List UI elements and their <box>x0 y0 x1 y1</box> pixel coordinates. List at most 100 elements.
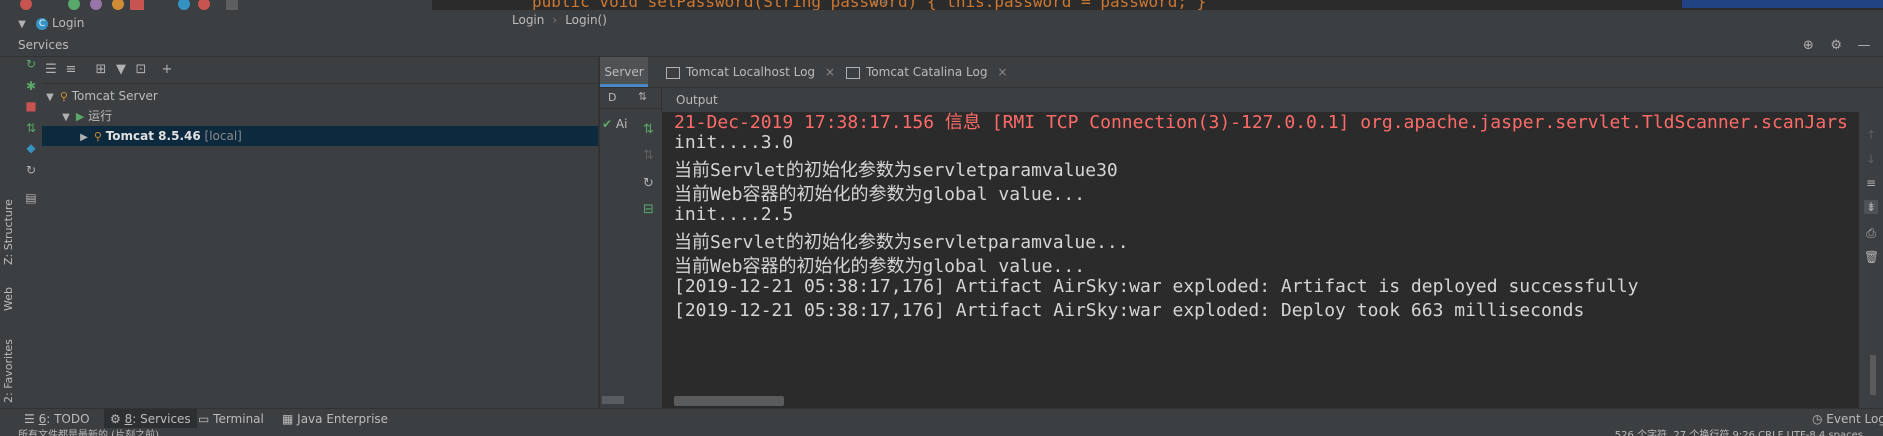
deployment-item-label: Ai <box>615 117 628 131</box>
close-icon[interactable]: × <box>825 65 835 79</box>
info-icon[interactable] <box>178 0 190 10</box>
editor-area[interactable]: 24 public void setPassword(String passwo… <box>432 0 1883 10</box>
status-info[interactable]: 526 个字符, 27 个换行符 9:26 CRLF UTF-8 4 space… <box>1615 428 1863 436</box>
bottom-tab-terminal[interactable]: ▭ Terminal <box>198 409 264 429</box>
horizontal-scrollbar[interactable] <box>674 396 784 406</box>
console-line: 当前Web容器的初始化的参数为global value... <box>674 184 1086 205</box>
debug-icon[interactable]: ✱ <box>24 79 38 93</box>
warning-icon[interactable] <box>112 0 124 10</box>
tab-label: : Services <box>132 412 191 426</box>
breadcrumb-method[interactable]: Login() <box>565 13 607 27</box>
services-header: Services ⊕ ⚙ — <box>0 34 1883 57</box>
tree-item-label: Tomcat 8.5.46 <box>105 129 201 143</box>
minimize-icon[interactable]: — <box>1855 35 1873 57</box>
refresh-icon[interactable]: ↻ <box>24 163 38 177</box>
selection-highlight <box>1682 0 1883 8</box>
status-bar: 所有文件都是最新的 (片刻之前) 526 个字符, 27 个换行符 9:26 C… <box>0 428 1883 436</box>
output-actions: ⇅ ⇅ ↻ ⊟ <box>638 112 662 408</box>
console-line: 当前Servlet的初始化参数为servletparamvalue30 <box>674 160 1118 181</box>
tab-label: Java Enterprise <box>297 412 389 426</box>
expand-arrow-icon[interactable]: ▼ <box>60 108 72 128</box>
tree-item-tomcat-server[interactable]: ▼ ⚲ Tomcat Server <box>42 86 598 106</box>
structure-item-label: Login <box>52 16 85 30</box>
tab-server[interactable]: Server <box>600 57 648 87</box>
structure-tree-item[interactable]: ▼ C Login <box>16 14 84 32</box>
list-icon: ☰ <box>24 412 39 426</box>
down-arrow-icon[interactable]: ↓ <box>1864 152 1878 166</box>
crosshair-icon[interactable]: ⊕ <box>1799 35 1817 57</box>
breadcrumb-separator-icon: › <box>552 13 558 27</box>
sort-icon[interactable] <box>226 0 238 10</box>
filter-icon[interactable] <box>90 0 102 10</box>
record-icon[interactable] <box>130 0 144 10</box>
trash-icon[interactable]: 🗑 <box>1864 250 1879 264</box>
rerun-icon[interactable]: ↻ <box>24 57 38 71</box>
gear-icon[interactable]: ⚙ <box>1827 35 1845 57</box>
event-log-label: Event Log <box>1826 412 1883 426</box>
status-message: 所有文件都是最新的 (片刻之前) <box>18 430 159 436</box>
bottom-tab-services[interactable]: ⚙ 8: Services <box>104 409 197 429</box>
terminal-icon: ▭ <box>198 412 214 426</box>
breadcrumb: Login › Login() <box>512 10 607 30</box>
new-tab-icon[interactable]: ⊡ <box>132 61 150 79</box>
console-output[interactable]: 21-Dec-2019 17:38:17.156 信息 [RMI TCP Con… <box>662 112 1859 408</box>
collapse-arrow-icon[interactable]: ▶ <box>78 128 90 148</box>
tab-label: Tomcat Catalina Log <box>866 65 988 79</box>
run-icon[interactable] <box>68 0 80 10</box>
expand-all-icon[interactable]: ☰ <box>42 61 60 79</box>
deploy-icon[interactable]: ⇅ <box>643 122 654 137</box>
collapse-all-icon[interactable]: ≡ <box>62 61 80 79</box>
breadcrumb-class[interactable]: Login <box>512 13 544 27</box>
undeploy-icon[interactable]: ⇅ <box>643 148 654 163</box>
print-icon[interactable]: ⎙ <box>1864 226 1878 240</box>
horizontal-scrollbar[interactable] <box>602 396 624 404</box>
console-line: init....2.5 <box>674 204 794 225</box>
tree-item-running[interactable]: ▼ ▶ 运行 <box>42 106 598 126</box>
close-icon[interactable]: × <box>997 65 1007 79</box>
side-tab-web[interactable]: Web <box>2 269 18 311</box>
tree-item-tomcat-instance[interactable]: ▶ ⚲ Tomcat 8.5.46 [local] <box>42 126 598 146</box>
sort-icon[interactable]: ⇅ <box>638 90 647 103</box>
side-tab-favorites[interactable]: 2: Favorites <box>2 319 18 403</box>
filter-icon[interactable]: ▼ <box>112 61 130 79</box>
editor-code-line[interactable]: public void setPassword(String password)… <box>532 0 1206 10</box>
bottom-tab-java-enterprise[interactable]: ▦ Java Enterprise <box>282 409 388 429</box>
services-actions: ↻ ✱ ■ ⇅ ◆ ↻ ▤ <box>20 57 42 408</box>
bottom-tab-todo[interactable]: ☰ 6: TODO <box>24 409 90 429</box>
deploy-icon[interactable]: ⇅ <box>24 121 38 135</box>
console-line: 当前Web容器的初始化的参数为global value... <box>674 256 1086 277</box>
java-enterprise-icon: ▦ <box>282 412 298 426</box>
services-icon: ⚙ <box>110 412 125 426</box>
group-services-icon[interactable]: ⊞ <box>92 61 110 79</box>
stop-icon[interactable]: ■ <box>24 99 38 113</box>
up-arrow-icon[interactable]: ↑ <box>1864 128 1878 142</box>
event-log-button[interactable]: ◷ Event Log <box>1812 409 1883 429</box>
tab-localhost-log[interactable]: Tomcat Localhost Log × <box>666 57 835 87</box>
cancel-icon[interactable] <box>198 0 210 10</box>
tab-label: Tomcat Localhost Log <box>686 65 816 79</box>
console-line: [2019-12-21 05:38:17,176] Artifact AirSk… <box>674 276 1639 297</box>
deployment-item[interactable]: ✔ Ai <box>600 116 627 132</box>
log-icon <box>666 66 680 79</box>
artifact-icon[interactable]: ◆ <box>24 141 38 155</box>
expand-arrow-icon[interactable]: ▼ <box>44 88 56 108</box>
tab-catalina-log[interactable]: Tomcat Catalina Log × <box>846 57 1008 87</box>
bottom-tool-bar: ☰ 6: TODO ⚙ 8: Services ▭ Terminal ▦ Jav… <box>0 408 1883 429</box>
layout-icon[interactable]: ▤ <box>24 191 38 205</box>
output-label: Output <box>676 93 718 107</box>
expand-arrow-icon[interactable]: ▼ <box>16 16 28 34</box>
add-service-icon[interactable]: + <box>158 61 176 79</box>
stop-icon[interactable] <box>20 0 32 10</box>
services-title: Services <box>18 38 69 52</box>
update-icon[interactable]: ⊟ <box>643 202 654 217</box>
tomcat-icon: ⚲ <box>59 90 68 103</box>
services-tree-toolbar: ☰ ≡ ⊞ ▼ ⊡ + <box>42 57 598 84</box>
structure-panel-top: ▼ C Login <box>0 0 432 34</box>
scroll-to-end-icon[interactable]: ⇟ <box>1864 200 1878 214</box>
refresh-icon[interactable]: ↻ <box>643 176 654 191</box>
tab-label: Server <box>604 65 644 79</box>
soft-wrap-icon[interactable]: ≡ <box>1864 176 1878 190</box>
vertical-scrollbar[interactable] <box>1870 355 1876 395</box>
side-tab-structure[interactable]: Z: Structure <box>2 195 18 265</box>
tree-item-suffix: [local] <box>204 129 242 143</box>
